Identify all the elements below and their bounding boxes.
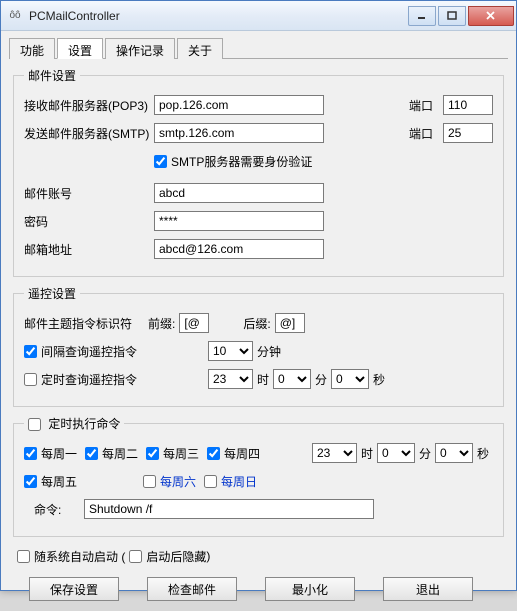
day-sat[interactable]: 每周六 <box>143 473 196 490</box>
mail-settings-legend: 邮件设置 <box>24 67 80 84</box>
scheduled-query-check-label[interactable]: 定时查询遥控指令 <box>24 371 194 388</box>
interval-query-check-label[interactable]: 间隔查询遥控指令 <box>24 343 194 360</box>
minimize-button[interactable]: 最小化 <box>265 577 355 601</box>
action-buttons: 保存设置 检查邮件 最小化 退出 <box>9 567 508 601</box>
autostart-checkbox[interactable] <box>17 550 30 563</box>
timer-exec-checkbox[interactable] <box>28 418 41 431</box>
maximize-window-button[interactable] <box>438 6 466 26</box>
window-buttons <box>406 6 514 26</box>
scheduled-query-text: 定时查询遥控指令 <box>41 371 137 388</box>
interval-minutes-select[interactable]: 10 <box>208 341 253 361</box>
day-sun-checkbox[interactable] <box>204 475 217 488</box>
app-window: ôô PCMailController 功能 设置 操作记录 关于 邮件设置 接… <box>0 0 517 591</box>
interval-unit: 分钟 <box>257 343 281 360</box>
timer-exec-legend: 定时执行命令 <box>24 415 124 432</box>
app-icon: ôô <box>7 8 23 24</box>
day-thu[interactable]: 每周四 <box>207 445 260 462</box>
pop3-server-input[interactable] <box>154 95 324 115</box>
close-window-button[interactable] <box>468 6 514 26</box>
suffix-input[interactable] <box>275 313 305 333</box>
hide-after-start-text: 启动后隐藏 <box>146 548 206 565</box>
day-fri[interactable]: 每周五 <box>24 473 77 490</box>
scheduled-hour-unit: 时 <box>257 371 269 388</box>
tab-strip: 功能 设置 操作记录 关于 <box>9 37 508 59</box>
scheduled-second-unit: 秒 <box>373 371 385 388</box>
smtp-server-input[interactable] <box>154 123 324 143</box>
cmd-input[interactable] <box>84 499 374 519</box>
suffix-label: 后缀: <box>243 315 270 332</box>
hide-after-start-check-label[interactable]: 启动后隐藏 <box>129 548 206 565</box>
day-sun[interactable]: 每周日 <box>204 473 257 490</box>
timer-hour-select[interactable]: 23 <box>312 443 357 463</box>
smtp-label: 发送邮件服务器(SMTP) <box>24 125 154 142</box>
day-thu-checkbox[interactable] <box>207 447 220 460</box>
scheduled-query-checkbox[interactable] <box>24 373 37 386</box>
day-mon[interactable]: 每周一 <box>24 445 77 462</box>
timer-minute-unit: 分 <box>419 445 431 462</box>
pop3-label: 接收邮件服务器(POP3) <box>24 97 154 114</box>
save-button[interactable]: 保存设置 <box>29 577 119 601</box>
autostart-check-label[interactable]: 随系统自动启动 ( <box>17 548 125 565</box>
day-fri-checkbox[interactable] <box>24 475 37 488</box>
address-input[interactable] <box>154 239 324 259</box>
pop3-port-label: 端口 <box>409 97 443 114</box>
close-paren: ) <box>206 549 210 563</box>
prefix-label: 前缀: <box>148 315 175 332</box>
interval-query-checkbox[interactable] <box>24 345 37 358</box>
account-input[interactable] <box>154 183 324 203</box>
smtp-auth-text: SMTP服务器需要身份验证 <box>171 153 312 170</box>
hide-after-start-checkbox[interactable] <box>129 550 142 563</box>
timer-minute-select[interactable]: 0 <box>377 443 415 463</box>
prefix-input[interactable] <box>179 313 209 333</box>
mail-settings-group: 邮件设置 接收邮件服务器(POP3) 端口 发送邮件服务器(SMTP) 端口 S… <box>13 67 504 277</box>
tab-settings[interactable]: 设置 <box>57 38 103 59</box>
smtp-port-label: 端口 <box>409 125 443 142</box>
remote-settings-group: 遥控设置 邮件主题指令标识符 前缀: 后缀: 间隔查询遥控指令 10 分钟 <box>13 285 504 407</box>
interval-query-text: 间隔查询遥控指令 <box>41 343 137 360</box>
address-label: 邮箱地址 <box>24 241 154 258</box>
marker-label: 邮件主题指令标识符 <box>24 315 144 332</box>
smtp-auth-checkbox-label[interactable]: SMTP服务器需要身份验证 <box>154 153 312 170</box>
day-tue[interactable]: 每周二 <box>85 445 138 462</box>
titlebar[interactable]: ôô PCMailController <box>1 1 516 31</box>
autostart-text: 随系统自动启动 ( <box>34 548 125 565</box>
client-area: 功能 设置 操作记录 关于 邮件设置 接收邮件服务器(POP3) 端口 发送邮件… <box>1 31 516 611</box>
day-wed-checkbox[interactable] <box>146 447 159 460</box>
day-mon-checkbox[interactable] <box>24 447 37 460</box>
tab-log[interactable]: 操作记录 <box>105 38 175 59</box>
exit-button[interactable]: 退出 <box>383 577 473 601</box>
check-mail-button[interactable]: 检查邮件 <box>147 577 237 601</box>
tab-about[interactable]: 关于 <box>177 38 223 59</box>
scheduled-second-select[interactable]: 0 <box>331 369 369 389</box>
day-sat-checkbox[interactable] <box>143 475 156 488</box>
remote-settings-legend: 遥控设置 <box>24 285 80 302</box>
timer-exec-text: 定时执行命令 <box>48 417 120 431</box>
pop3-port-input[interactable] <box>443 95 493 115</box>
minimize-window-button[interactable] <box>408 6 436 26</box>
timer-second-select[interactable]: 0 <box>435 443 473 463</box>
smtp-port-input[interactable] <box>443 123 493 143</box>
day-wed[interactable]: 每周三 <box>146 445 199 462</box>
smtp-auth-checkbox[interactable] <box>154 155 167 168</box>
timer-exec-group: 定时执行命令 每周一 每周二 每周三 每周四 23 时 0 分 0 秒 每周五 … <box>13 415 504 537</box>
window-title: PCMailController <box>29 9 406 23</box>
timer-hour-unit: 时 <box>361 445 373 462</box>
timer-second-unit: 秒 <box>477 445 489 462</box>
cmd-label: 命令: <box>34 501 84 518</box>
scheduled-hour-select[interactable]: 23 <box>208 369 253 389</box>
scheduled-minute-select[interactable]: 0 <box>273 369 311 389</box>
day-tue-checkbox[interactable] <box>85 447 98 460</box>
password-input[interactable] <box>154 211 324 231</box>
tab-function[interactable]: 功能 <box>9 38 55 59</box>
account-label: 邮件账号 <box>24 185 154 202</box>
password-label: 密码 <box>24 213 154 230</box>
scheduled-minute-unit: 分 <box>315 371 327 388</box>
